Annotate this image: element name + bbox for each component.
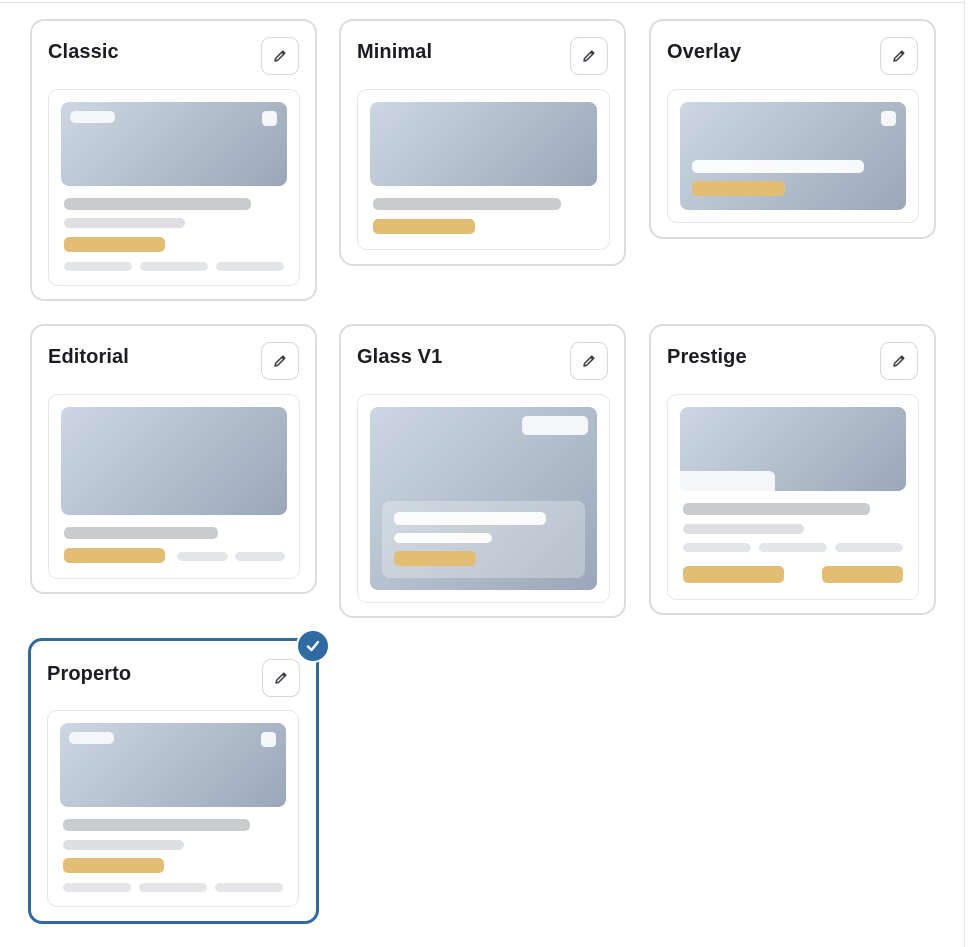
preview-favorite bbox=[261, 732, 276, 747]
preview-title-line bbox=[692, 160, 864, 173]
template-title: Prestige bbox=[667, 346, 747, 368]
preview-subtitle-line bbox=[63, 840, 184, 850]
preview-badge bbox=[522, 416, 588, 435]
template-preview bbox=[48, 89, 300, 286]
pencil-icon bbox=[275, 672, 287, 684]
preview-favorite bbox=[262, 111, 277, 126]
preview-meta bbox=[177, 552, 228, 561]
edit-button[interactable] bbox=[570, 37, 608, 75]
pencil-icon bbox=[893, 50, 905, 62]
preview-meta bbox=[140, 262, 208, 271]
preview-meta bbox=[215, 883, 283, 892]
pencil-icon bbox=[583, 355, 595, 367]
edit-button[interactable] bbox=[570, 342, 608, 380]
template-title: Editorial bbox=[48, 346, 129, 368]
preview-price bbox=[394, 551, 476, 566]
preview-price bbox=[373, 219, 475, 234]
scroll-edge bbox=[964, 0, 965, 947]
preview-badge bbox=[680, 471, 775, 491]
template-card-properto[interactable]: Properto bbox=[28, 629, 330, 924]
preview-price bbox=[64, 237, 165, 252]
preview-image bbox=[61, 407, 287, 515]
preview-title-line bbox=[373, 198, 561, 210]
preview-meta bbox=[235, 552, 285, 561]
edit-button[interactable] bbox=[261, 342, 299, 380]
template-card-prestige[interactable]: Prestige bbox=[649, 324, 936, 615]
preview-title-line bbox=[64, 198, 251, 210]
preview-meta bbox=[683, 543, 751, 552]
preview-meta bbox=[759, 543, 827, 552]
preview-meta bbox=[64, 262, 132, 271]
template-card-overlay[interactable]: Overlay bbox=[649, 19, 936, 239]
preview-favorite bbox=[881, 111, 896, 126]
preview-meta bbox=[63, 883, 131, 892]
preview-title-line bbox=[394, 512, 546, 525]
edit-button[interactable] bbox=[880, 37, 918, 75]
template-preview bbox=[667, 394, 919, 600]
preview-subtitle-line bbox=[64, 218, 185, 228]
preview-meta bbox=[835, 543, 903, 552]
preview-badge bbox=[70, 111, 115, 123]
preview-price bbox=[64, 548, 165, 563]
preview-title-line bbox=[683, 503, 870, 515]
top-divider bbox=[0, 2, 964, 3]
edit-button[interactable] bbox=[261, 37, 299, 75]
template-title: Minimal bbox=[357, 41, 433, 63]
template-card-editorial[interactable]: Editorial bbox=[30, 324, 317, 594]
template-preview bbox=[357, 89, 610, 250]
pencil-icon bbox=[274, 50, 286, 62]
template-title: Glass V1 bbox=[357, 346, 443, 368]
preview-price bbox=[683, 566, 784, 583]
pencil-icon bbox=[893, 355, 905, 367]
preview-price bbox=[63, 858, 164, 873]
edit-button[interactable] bbox=[880, 342, 918, 380]
preview-subtitle-line bbox=[394, 533, 492, 543]
template-title: Properto bbox=[47, 663, 132, 685]
preview-action bbox=[822, 566, 903, 583]
preview-title-line bbox=[63, 819, 250, 831]
preview-meta bbox=[216, 262, 284, 271]
template-title: Overlay bbox=[667, 41, 742, 63]
selected-badge bbox=[296, 629, 330, 663]
template-card-minimal[interactable]: Minimal bbox=[339, 19, 626, 266]
preview-image bbox=[370, 102, 597, 186]
preview-price bbox=[692, 181, 785, 196]
template-preview bbox=[47, 710, 299, 907]
template-card-classic[interactable]: Classic bbox=[30, 19, 317, 301]
preview-badge bbox=[69, 732, 114, 744]
edit-button[interactable] bbox=[262, 659, 300, 697]
template-card-glass-v1[interactable]: Glass V1 bbox=[339, 324, 626, 618]
checkmark-icon bbox=[306, 640, 320, 652]
preview-meta bbox=[139, 883, 207, 892]
template-preview bbox=[48, 394, 300, 579]
pencil-icon bbox=[274, 355, 286, 367]
pencil-icon bbox=[583, 50, 595, 62]
template-preview bbox=[357, 394, 610, 603]
preview-subtitle-line bbox=[683, 524, 804, 534]
template-title: Classic bbox=[48, 41, 119, 63]
preview-title-line bbox=[64, 527, 218, 539]
template-preview bbox=[667, 89, 919, 223]
